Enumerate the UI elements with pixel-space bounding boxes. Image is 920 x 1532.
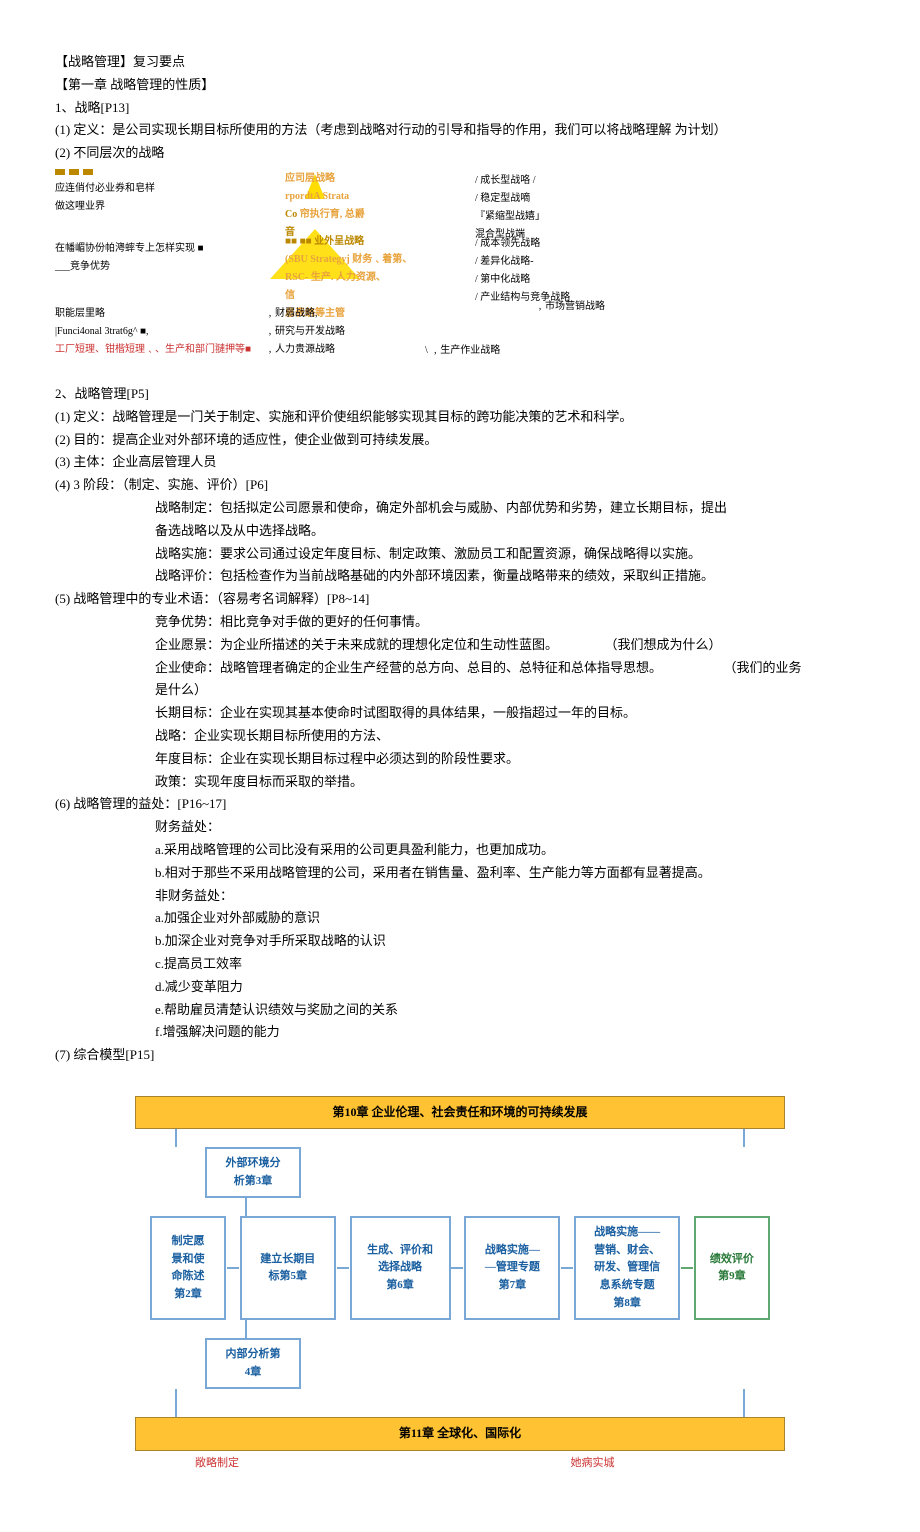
section-2-5f: 年度目标：企业在实现长期目标过程中必须达到的阶段性要求。 (55, 749, 865, 770)
pyr-mid-7: (SBU Strategyj 财务﹑着第、 (285, 252, 445, 268)
fc-bottom-bar: 第11章 全球化、国际化 (135, 1417, 785, 1450)
fc-label-right: 她病实城 (460, 1455, 725, 1473)
pyr-left-5: 职能层里略 (55, 306, 255, 322)
section-2-5b-row: 企业愿景：为企业所描述的关于未来成就的理想化定位和生动性蓝图。 （我们想成为什么… (55, 635, 865, 656)
section-2-6b4: d.减少变革阻力 (55, 977, 865, 998)
pyr-right-5: / 成本领先战略 (475, 236, 725, 252)
flowchart: 第10章 企业伦理、社会责任和环境的可持续发展 外部环境分析第3章 制定愿景和使… (135, 1096, 785, 1472)
section-2-4b: 备选战略以及从中选择战略。 (55, 521, 865, 542)
section-1-2: (2) 不同层次的战略 (55, 143, 865, 164)
pyr-right-9: ﹐市场营销战略 (535, 299, 785, 315)
pyr-right-1: / 成长型战咯 / (475, 173, 725, 189)
fc-label-left: 敞略制定 (195, 1455, 460, 1473)
pyr-right-6: / 差异化战略- (475, 254, 725, 270)
fc-box-implement1: 战略实施——管理专题第7章 (464, 1216, 560, 1320)
section-2-5b: 企业愿景：为企业所描述的关于未来成就的理想化定位和生动性蓝图。 (155, 637, 558, 652)
fc-bottom-labels: 敞略制定 她病实城 (135, 1451, 785, 1473)
section-1: 1、战略[P13] (55, 98, 865, 119)
chapter-heading: 【第一章 战略管理的性质】 (55, 75, 865, 96)
section-2-6a2: b.相对于那些不采用战略管理的公司，采用者在销售量、盈利率、生产能力等方面都有显… (55, 863, 865, 884)
section-2-5c-row: 企业使命：战略管理者确定的企业生产经营的总方向、总目的、总特征和总体指导思想。 … (55, 658, 865, 679)
section-2-7: (7) 综合模型[P15] (55, 1045, 865, 1066)
pyr-left-1: 应连俏付必业券和皂样 (55, 181, 255, 197)
pyr-right-2: / 稳定型战嘀 (475, 191, 725, 207)
section-2-6b5: e.帮助雇员清楚认识绩效与奖励之间的关系 (55, 1000, 865, 1021)
pyr-mid-4: 帘执行育, 总爵 (300, 209, 365, 220)
section-2-5d: 长期目标：企业在实现其基本使命时试图取得的具体结果，一般指超过一年的目标。 (55, 703, 865, 724)
doc-title: 【战略管理】复习要点 (55, 52, 865, 73)
fc-box-internal: 内部分析第4章 (205, 1338, 301, 1389)
section-2-5b2: （我们想成为什么） (605, 637, 722, 652)
pyramid-diagram: 应连俏付必业券和皂样 做这哩业界 在幡嵋协份帕澚蟀专上怎样实现 ■ ___竞争优… (55, 169, 865, 369)
pyr-left-4: ___竞争优势 (55, 259, 255, 275)
pyr-left-2: 做这哩业界 (55, 199, 255, 215)
section-2-4: (4) 3 阶段：（制定、实施、评价）[P6] (55, 475, 865, 496)
section-2-5a: 竞争优势：相比竞争对手做的更好的任何事情。 (55, 612, 865, 633)
section-2-5c3: 是什么） (55, 680, 865, 701)
pyr-right-10: \ ﹐生产作业战略 (425, 343, 675, 359)
pyr-mid-6: ■■ ■■ 业外呈战略 (285, 234, 445, 250)
fc-box-select: 生成、评价和选择战略第6章 (350, 1216, 451, 1320)
section-2-6b2: b.加深企业对竞争对手所采取战略的认识 (55, 931, 865, 952)
fc-top-bar: 第10章 企业伦理、社会责任和环境的可持续发展 (135, 1096, 785, 1129)
section-2-5g: 政策：实现年度目标而采取的举措。 (55, 772, 865, 793)
fc-box-longterm: 建立长期目标第5章 (240, 1216, 336, 1320)
section-2-6b1: a.加强企业对外部威胁的意识 (55, 908, 865, 929)
fc-box-implement2: 战略实施——营销、财会、研发、管理信息系统专题第8章 (574, 1216, 680, 1320)
section-2-4a: 战略制定：包括拟定公司愿景和使命，确定外部机会与威胁、内部优势和劣势，建立长期目… (55, 498, 865, 519)
pyr-left-6: |Funci4onal 3trat6g^ ■, (55, 324, 255, 340)
section-2-6a: 财务益处： (55, 817, 865, 838)
pyr-right-7: / 第中化战略 (475, 272, 725, 288)
pyr-mid-8: RSC- 生产. 人力资源、 (285, 270, 445, 286)
section-2-6b3: c.提高员工效率 (55, 954, 865, 975)
section-2-5c: 企业使命：战略管理者确定的企业生产经营的总方向、总目的、总特征和总体指导思想。 (155, 660, 662, 675)
pyr-mid-3: Co (285, 209, 297, 220)
section-2-5c2: （我们的业务 (724, 660, 802, 675)
fc-box-eval: 绩效评价第9章 (694, 1216, 770, 1320)
section-2: 2、战略管理[P5] (55, 384, 865, 405)
pyr-left-3: 在幡嵋协份帕澚蟀专上怎样实现 ■ (55, 241, 255, 257)
section-2-1: (1) 定义：战略管理是一门关于制定、实施和评价使组织能够实现其目标的跨功能决策… (55, 407, 865, 428)
section-1-1: (1) 定义：是公司实现长期目标所使用的方法（考虑到战略对行动的引导和指导的作用… (55, 120, 865, 141)
section-2-3: (3) 主体：企业高层管理人员 (55, 452, 865, 473)
section-2-2: (2) 目的：提高企业对外部环境的适应性，使企业做到可持续发展。 (55, 430, 865, 451)
section-2-4d: 战略评价：包括检查作为当前战略基础的内外部环境因素，衡量战略带来的绩效，采取纠正… (55, 566, 865, 587)
section-2-5e: 战略：企业实现长期目标所使用的方法、 (55, 726, 865, 747)
section-2-5: (5) 战略管理中的专业术语：（容易考名词解释）[P8~14] (55, 589, 865, 610)
pyr-mid-1: 应司层战略 (285, 171, 445, 187)
pyr-mid-13: ﹐人力贵源战略 (265, 342, 425, 358)
fc-box-external: 外部环境分析第3章 (205, 1147, 301, 1198)
pyr-mid-11: ﹐财弱战略, (265, 306, 425, 322)
section-2-6b6: f.增强解决问题的能力 (55, 1022, 865, 1043)
pyr-left-7: 工厂短理、钳楷短理﹑、生产和部门翴押等■ (55, 342, 255, 358)
section-2-6: (6) 战略管理的益处：[P16~17] (55, 794, 865, 815)
pyr-mid-2: rpordtA Strata (285, 189, 445, 205)
section-2-6b: 非财务益处： (55, 886, 865, 907)
fc-box-vision: 制定愿景和使命陈述第2章 (150, 1216, 226, 1320)
pyr-mid-12: ﹐研究与开发战略 (265, 324, 425, 340)
pyr-mid-9: 信 (285, 288, 445, 304)
pyr-right-3: 『紧缩型战嬉」 (475, 209, 725, 225)
section-2-6a1: a.采用战略管理的公司比没有采用的公司更具盈利能力，也更加成功。 (55, 840, 865, 861)
section-2-4c: 战略实施：要求公司通过设定年度目标、制定政策、激励员工和配置资源，确保战略得以实… (55, 544, 865, 565)
